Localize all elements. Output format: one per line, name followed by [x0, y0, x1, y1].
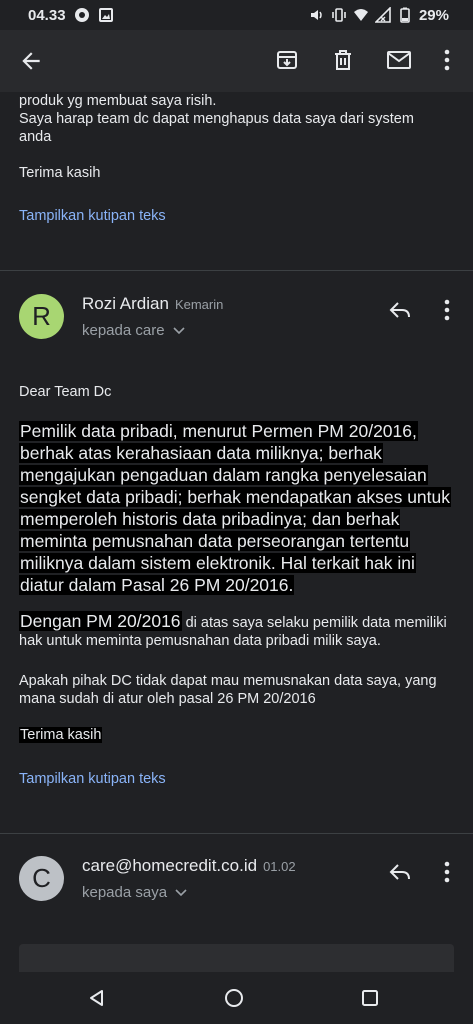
navigation-bar: [0, 972, 473, 1024]
avatar[interactable]: C: [19, 856, 64, 901]
sender-name: care@homecredit.co.id: [82, 856, 258, 875]
sender-line: care@homecredit.co.id 01.02: [82, 856, 296, 876]
highlighted-paragraph: Pemilik data pribadi, menurut Permen PM …: [19, 420, 459, 596]
avatar-letter: R: [32, 301, 51, 331]
recipient-label: kepada saya: [82, 884, 168, 901]
message-more-button[interactable]: [437, 858, 457, 886]
sender-name: Rozi Ardian: [82, 294, 169, 313]
previous-message-text: produk yg membuat saya risih. Saya harap…: [19, 92, 459, 182]
recipient-label: kepada care: [82, 322, 165, 339]
status-time: 04.33: [28, 6, 66, 24]
back-arrow-icon[interactable]: [18, 48, 44, 74]
paragraph-2: Dengan PM 20/2016 di atas saya selaku pe…: [19, 611, 459, 650]
vibrate-icon: [331, 7, 347, 23]
app-notification-icon: [74, 7, 90, 23]
reply-icon: [389, 864, 410, 880]
paragraph-3: Apakah pihak DC tidak dapat mau memusnak…: [19, 673, 437, 707]
sender-line: Rozi Ardian Kemarin: [82, 294, 223, 314]
speaker-icon: [309, 7, 325, 23]
more-vert-icon: [444, 299, 450, 321]
quoted-line: Saya harap team dc dapat menghapus data …: [19, 111, 414, 127]
recipient-toggle[interactable]: kepada saya: [82, 884, 187, 901]
back-triangle-icon[interactable]: [85, 986, 109, 1010]
status-bar: 04.33 29%: [0, 0, 473, 30]
quoted-line: anda: [19, 129, 52, 145]
greeting: Dear Team Dc: [19, 384, 112, 400]
home-circle-icon[interactable]: [222, 986, 246, 1010]
avatar-letter: C: [32, 863, 51, 893]
reply-button[interactable]: [386, 858, 414, 886]
reply-button[interactable]: [386, 296, 414, 324]
avatar[interactable]: R: [19, 294, 64, 339]
show-quoted-text-link[interactable]: Tampilkan kutipan teks: [19, 208, 166, 224]
quoted-line: produk yg membuat saya risih.: [19, 93, 217, 109]
image-notification-icon: [98, 7, 114, 23]
quoted-line: [19, 146, 459, 164]
delete-icon[interactable]: [330, 47, 356, 73]
chevron-down-icon: [175, 884, 187, 901]
show-quoted-text-link[interactable]: Tampilkan kutipan teks: [19, 771, 166, 787]
wifi-icon: [353, 7, 369, 23]
message-time: 01.02: [263, 859, 296, 874]
battery-icon: [397, 7, 413, 23]
message-body-preview: [19, 944, 454, 972]
chevron-down-icon: [172, 322, 185, 339]
message-header[interactable]: C care@homecredit.co.id 01.02 kepada saya: [0, 846, 473, 926]
app-bar: [0, 30, 473, 92]
signal-icon: [374, 7, 391, 23]
divider: [0, 833, 473, 834]
email-thread[interactable]: produk yg membuat saya risih. Saya harap…: [0, 92, 473, 972]
highlighted-phrase: Dengan PM 20/2016: [19, 611, 182, 631]
archive-icon[interactable]: [274, 47, 300, 73]
more-vert-icon[interactable]: [434, 47, 460, 73]
reply-icon: [389, 302, 410, 318]
battery-percent: 29%: [418, 6, 449, 24]
quoted-line: Terima kasih: [19, 165, 101, 181]
mail-icon[interactable]: [386, 47, 412, 73]
closing-text: Terima kasih: [19, 727, 103, 743]
message-header[interactable]: R Rozi Ardian Kemarin kepada care: [0, 284, 473, 364]
divider: [0, 270, 473, 271]
highlighted-text: Pemilik data pribadi, menurut Permen PM …: [19, 421, 452, 595]
more-vert-icon: [444, 861, 450, 883]
recipient-toggle[interactable]: kepada care: [82, 322, 185, 339]
message-time: Kemarin: [174, 297, 224, 312]
message-more-button[interactable]: [437, 296, 457, 324]
recents-square-icon[interactable]: [358, 986, 382, 1010]
closing: Terima kasih: [19, 726, 459, 744]
